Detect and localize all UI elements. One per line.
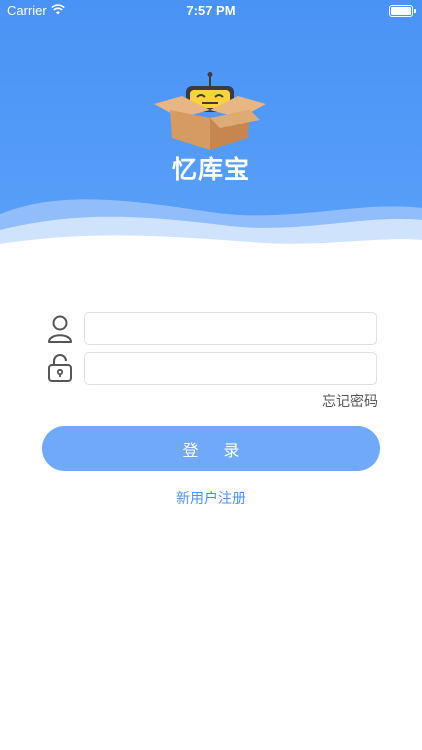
clock: 7:57 PM [186, 3, 236, 18]
password-input[interactable] [84, 352, 377, 385]
lock-icon [48, 354, 72, 382]
robot-in-box-logo [154, 72, 266, 150]
battery-level [391, 7, 411, 15]
login-button[interactable]: 登 录 [42, 426, 380, 471]
register-link[interactable]: 新用户注册 [0, 488, 422, 508]
header-banner: Carrier 7:57 PM 忆库宝 [0, 0, 422, 250]
forgot-password-link[interactable]: 忘记密码 [322, 391, 378, 411]
user-icon [48, 315, 72, 343]
battery-icon [389, 5, 416, 17]
wave-decoration [0, 199, 422, 250]
status-bar: Carrier 7:57 PM [0, 0, 422, 22]
app-name: 忆库宝 [171, 155, 250, 184]
username-input[interactable] [84, 312, 377, 345]
